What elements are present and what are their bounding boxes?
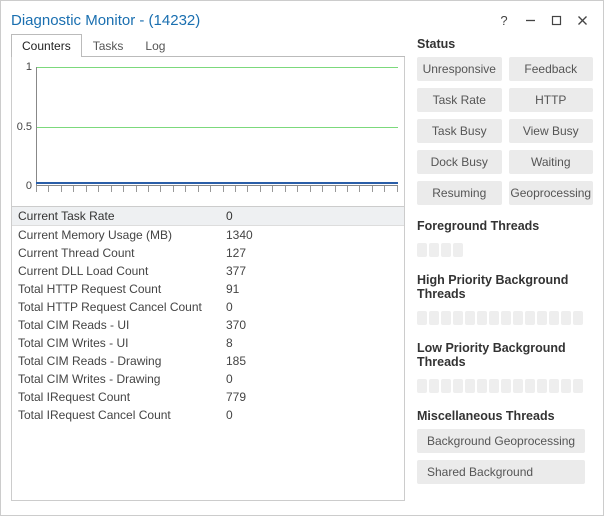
counter-row[interactable]: Total HTTP Request Count91 bbox=[12, 280, 404, 298]
tab-strip: Counters Tasks Log bbox=[11, 33, 405, 57]
close-button[interactable] bbox=[569, 9, 595, 31]
fg-threads-title: Foreground Threads bbox=[417, 219, 593, 233]
counter-row[interactable]: Total HTTP Request Cancel Count0 bbox=[12, 298, 404, 316]
thread-slot bbox=[441, 379, 451, 393]
thread-slot bbox=[549, 311, 559, 325]
status-task-rate[interactable]: Task Rate bbox=[417, 88, 502, 112]
thread-slot bbox=[489, 311, 499, 325]
maximize-button[interactable] bbox=[543, 9, 569, 31]
counter-header-label: Current Task Rate bbox=[18, 209, 226, 223]
status-unresponsive[interactable]: Unresponsive bbox=[417, 57, 502, 81]
thread-slot bbox=[549, 379, 559, 393]
counter-row[interactable]: Total IRequest Count779 bbox=[12, 388, 404, 406]
thread-slot bbox=[501, 311, 511, 325]
ytick-0: 0 bbox=[16, 180, 32, 192]
counter-row[interactable]: Total CIM Writes - Drawing0 bbox=[12, 370, 404, 388]
thread-slot bbox=[477, 311, 487, 325]
content: Counters Tasks Log 1 0.5 0 bbox=[1, 33, 603, 511]
tab-counters[interactable]: Counters bbox=[11, 34, 82, 57]
thread-slot bbox=[525, 379, 535, 393]
thread-slot bbox=[453, 379, 463, 393]
status-geoprocessing[interactable]: Geoprocessing bbox=[509, 181, 594, 205]
chart-area: 1 0.5 0 bbox=[11, 57, 405, 207]
status-dock-busy[interactable]: Dock Busy bbox=[417, 150, 502, 174]
counter-row[interactable]: Total CIM Writes - UI8 bbox=[12, 334, 404, 352]
lp-thread-slots bbox=[417, 379, 593, 393]
thread-slot bbox=[561, 311, 571, 325]
counters-list: Current Task Rate 0 Current Memory Usage… bbox=[11, 207, 405, 501]
thread-slot bbox=[429, 243, 439, 257]
thread-slot bbox=[489, 379, 499, 393]
titlebar: Diagnostic Monitor - (14232) ? bbox=[1, 1, 603, 33]
thread-slot bbox=[525, 311, 535, 325]
thread-slot bbox=[561, 379, 571, 393]
thread-slot bbox=[453, 243, 463, 257]
thread-slot bbox=[429, 311, 439, 325]
status-feedback[interactable]: Feedback bbox=[509, 57, 594, 81]
chart-series-line bbox=[36, 182, 398, 184]
counter-row[interactable]: Total CIM Reads - Drawing185 bbox=[12, 352, 404, 370]
status-title: Status bbox=[417, 37, 593, 51]
status-view-busy[interactable]: View Busy bbox=[509, 119, 594, 143]
thread-slot bbox=[417, 379, 427, 393]
misc-shared-background[interactable]: Shared Background bbox=[417, 460, 585, 484]
thread-slot bbox=[573, 311, 583, 325]
x-ticks bbox=[36, 186, 398, 192]
thread-slot bbox=[465, 311, 475, 325]
counter-row[interactable]: Total IRequest Cancel Count0 bbox=[12, 406, 404, 424]
status-resuming[interactable]: Resuming bbox=[417, 181, 502, 205]
thread-slot bbox=[477, 379, 487, 393]
thread-slot bbox=[441, 243, 451, 257]
help-button[interactable]: ? bbox=[491, 9, 517, 31]
thread-slot bbox=[453, 311, 463, 325]
thread-slot bbox=[441, 311, 451, 325]
thread-slot bbox=[573, 379, 583, 393]
thread-slot bbox=[513, 379, 523, 393]
tab-log[interactable]: Log bbox=[134, 34, 176, 57]
window-title: Diagnostic Monitor - (14232) bbox=[11, 12, 491, 29]
thread-slot bbox=[537, 379, 547, 393]
tab-tasks[interactable]: Tasks bbox=[82, 34, 135, 57]
ytick-1: 1 bbox=[16, 61, 32, 73]
thread-slot bbox=[501, 379, 511, 393]
counter-row[interactable]: Current DLL Load Count377 bbox=[12, 262, 404, 280]
thread-slot bbox=[537, 311, 547, 325]
thread-slot bbox=[465, 379, 475, 393]
right-pane: Status Unresponsive Feedback Task Rate H… bbox=[405, 33, 593, 501]
counter-row[interactable]: Total CIM Reads - UI370 bbox=[12, 316, 404, 334]
status-grid: Unresponsive Feedback Task Rate HTTP Tas… bbox=[417, 57, 593, 205]
ytick-05: 0.5 bbox=[16, 121, 32, 133]
thread-slot bbox=[417, 311, 427, 325]
hp-threads-title: High Priority Background Threads bbox=[417, 273, 593, 301]
counter-row[interactable]: Current Memory Usage (MB)1340 bbox=[12, 226, 404, 244]
status-task-busy[interactable]: Task Busy bbox=[417, 119, 502, 143]
counter-header-row[interactable]: Current Task Rate 0 bbox=[12, 207, 404, 226]
counter-header-value: 0 bbox=[226, 209, 398, 223]
lp-threads-title: Low Priority Background Threads bbox=[417, 341, 593, 369]
status-waiting[interactable]: Waiting bbox=[509, 150, 594, 174]
counter-row[interactable]: Current Thread Count127 bbox=[12, 244, 404, 262]
fg-thread-slots bbox=[417, 243, 593, 257]
hp-thread-slots bbox=[417, 311, 593, 325]
misc-threads-title: Miscellaneous Threads bbox=[417, 409, 593, 423]
left-pane: Counters Tasks Log 1 0.5 0 bbox=[11, 33, 405, 501]
misc-bg-geoprocessing[interactable]: Background Geoprocessing bbox=[417, 429, 585, 453]
thread-slot bbox=[513, 311, 523, 325]
status-http[interactable]: HTTP bbox=[509, 88, 594, 112]
minimize-button[interactable] bbox=[517, 9, 543, 31]
thread-slot bbox=[429, 379, 439, 393]
thread-slot bbox=[417, 243, 427, 257]
